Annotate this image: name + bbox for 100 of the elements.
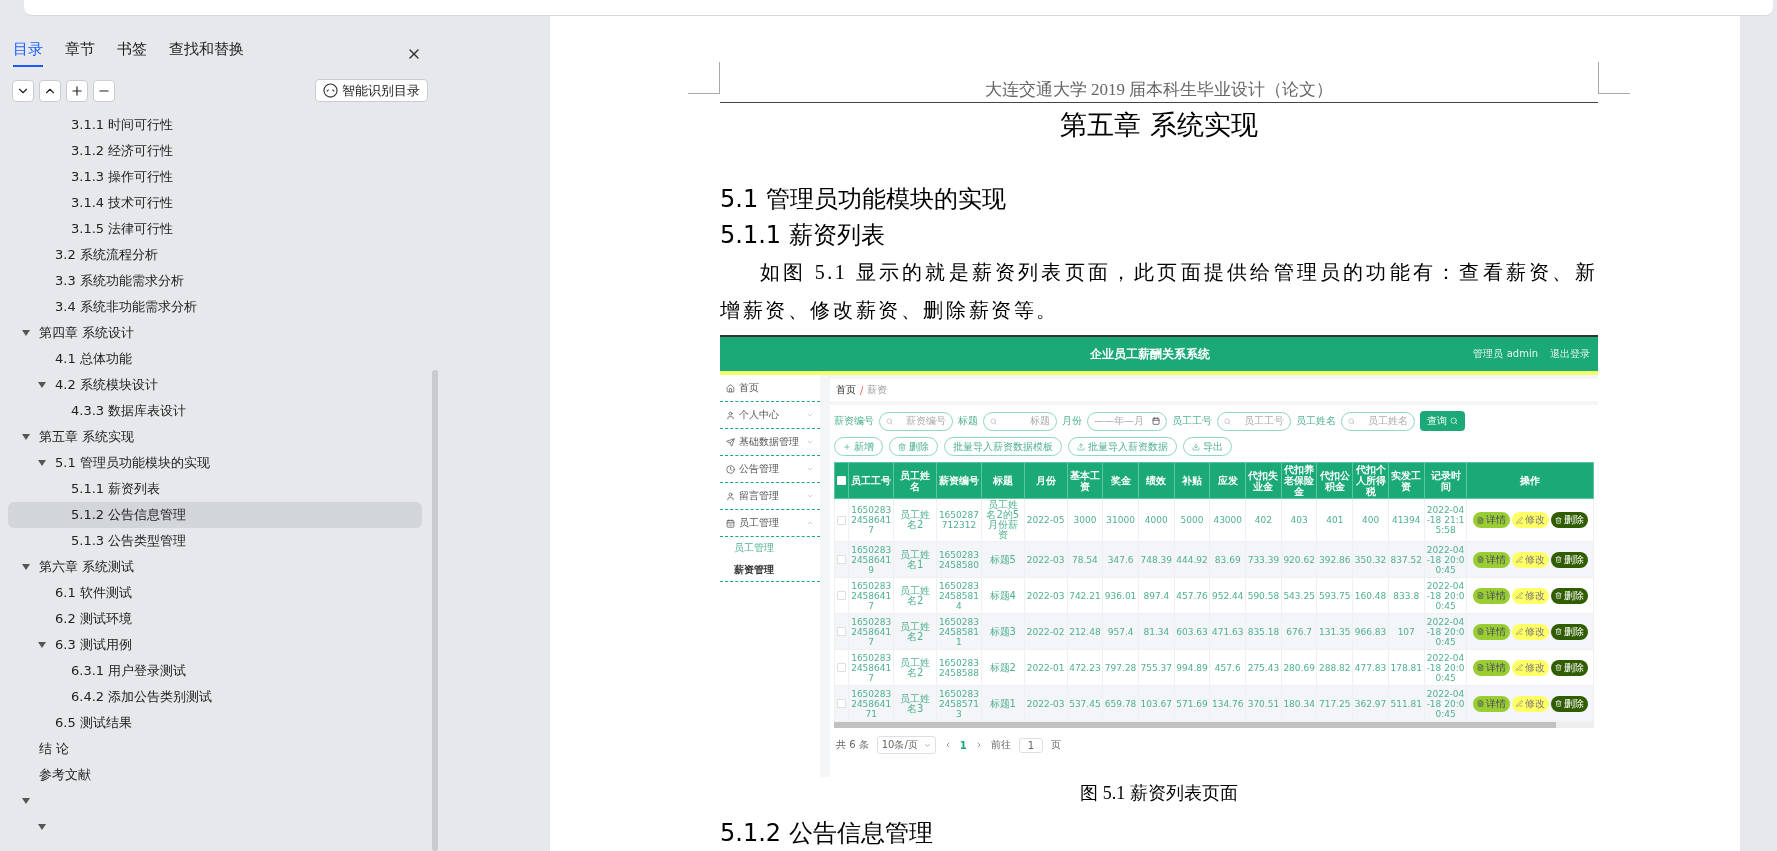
outline-item[interactable]: 4.3.3 数据库表设计 (8, 398, 422, 424)
outline-item[interactable]: 3.1.2 经济可行性 (8, 138, 422, 164)
filter-label: 员工工号 (1172, 414, 1212, 428)
row-checkbox[interactable] (837, 555, 847, 564)
outline-item[interactable]: 6.1 软件测试 (8, 580, 422, 606)
outline-item[interactable]: 第六章 系统测试 (8, 554, 422, 580)
outline-item[interactable]: 第四章 系统设计 (8, 320, 422, 346)
detail-button[interactable]: 详情 (1472, 659, 1510, 676)
outline-item[interactable]: 5.1.1 薪资列表 (8, 476, 422, 502)
edit-button[interactable]: 修改 (1511, 551, 1549, 568)
outline-item[interactable]: 3.2 系统流程分析 (8, 242, 422, 268)
app-title: 企业员工薪酬关系系统 (1088, 345, 1211, 363)
outline-item[interactable]: 4.2 系统模块设计 (8, 372, 422, 398)
detail-button[interactable]: 详情 (1472, 587, 1510, 604)
plus-icon[interactable] (66, 79, 88, 102)
chevron-up-icon[interactable] (39, 79, 61, 102)
page-size-select[interactable]: 10条/页 (876, 736, 936, 754)
total-count: 共 6 条 (836, 738, 869, 752)
expanded-arrow-icon[interactable] (37, 459, 47, 467)
outline-item[interactable]: 参考文献 (8, 762, 422, 788)
expanded-arrow-icon[interactable] (21, 563, 31, 571)
menu-item[interactable]: 个人中心 (720, 402, 820, 429)
row-checkbox[interactable] (837, 663, 847, 672)
pane-tab[interactable]: 目录 (13, 40, 43, 67)
minus-icon[interactable] (93, 79, 115, 102)
table-cell: 2022-03 (1024, 685, 1068, 722)
calendar-icon[interactable] (1152, 417, 1160, 425)
row-checkbox[interactable] (837, 699, 847, 708)
detail-button[interactable]: 详情 (1472, 623, 1510, 640)
delete-button[interactable]: 删除 (1550, 587, 1588, 604)
outline-item[interactable]: 3.1.4 技术可行性 (8, 190, 422, 216)
pane-tab[interactable]: 书签 (117, 40, 147, 67)
chevron-down-icon[interactable] (12, 79, 34, 102)
outline-item[interactable]: 3.3 系统功能需求分析 (8, 268, 422, 294)
outline-item[interactable]: 3.1.1 时间可行性 (8, 112, 422, 138)
smart-toc-button[interactable]: 智能识别目录 (315, 79, 428, 102)
delete-button[interactable]: 删除 (1550, 512, 1588, 528)
menu-item[interactable]: 基础数据管理 (720, 429, 820, 456)
edit-button[interactable]: 修改 (1511, 623, 1549, 640)
menu-item[interactable]: 首页 (720, 375, 820, 402)
scrollbar[interactable] (432, 370, 438, 851)
menu-item[interactable]: 员工管理 (720, 510, 820, 537)
horizontal-scrollbar[interactable] (834, 722, 1594, 728)
expanded-arrow-icon[interactable] (37, 381, 47, 389)
edit-button[interactable]: 修改 (1511, 659, 1549, 676)
outline-item[interactable]: 6.3 测试用例 (8, 632, 422, 658)
delete-button[interactable]: 删除 (1550, 551, 1588, 568)
delete-button[interactable]: 删除 (1550, 659, 1588, 676)
select-all-checkbox[interactable] (837, 476, 847, 485)
outline-item[interactable]: 5.1 管理员功能模块的实现 (8, 450, 422, 476)
detail-button[interactable]: 详情 (1472, 695, 1510, 712)
expanded-arrow-icon[interactable] (21, 433, 31, 441)
menu-item[interactable]: 留言管理 (720, 483, 820, 510)
pane-tab[interactable]: 查找和替换 (169, 40, 244, 67)
edit-button[interactable]: 修改 (1511, 587, 1549, 604)
table-cell: 165028324586417 (848, 649, 894, 686)
outline-item[interactable]: 3.1.3 操作可行性 (8, 164, 422, 190)
detail-button[interactable]: 详情 (1472, 551, 1510, 568)
table-cell: 4000 (1138, 498, 1175, 542)
column-header: 代扣养老保险金 (1281, 462, 1317, 499)
edit-button[interactable]: 修改 (1511, 695, 1549, 712)
detail-button[interactable]: 详情 (1472, 512, 1510, 528)
row-checkbox[interactable] (837, 591, 847, 600)
table-cell: 165028324585814 (936, 577, 982, 614)
table-cell: 16502832458588 (936, 649, 982, 686)
expanded-arrow-icon[interactable] (37, 641, 47, 649)
outline-item[interactable]: 5.1.2 公告信息管理 (8, 502, 422, 528)
breadcrumb-item[interactable]: 首页 (836, 383, 856, 397)
menu-item[interactable]: 公告管理 (720, 456, 820, 483)
body-paragraph: 如图 5.1 显示的就是薪资列表页面，此页面提供给管理员的功能有：查看薪资、新增薪资、修改薪资、删除薪资等。 (720, 260, 1598, 323)
expanded-arrow-icon[interactable] (21, 797, 31, 805)
outline-item[interactable]: 6.5 测试结果 (8, 710, 422, 736)
user-icon (726, 491, 735, 501)
outline-item[interactable]: 第五章 系统实现 (8, 424, 422, 450)
goto-page-field[interactable]: 1 (1018, 737, 1044, 753)
delete-button[interactable]: 删除 (1550, 623, 1588, 640)
chevron-down-icon (806, 438, 814, 446)
submenu-item[interactable]: 薪资管理 (720, 559, 820, 581)
column-header: 绩效 (1138, 462, 1175, 499)
row-checkbox[interactable] (837, 515, 847, 525)
outline-item[interactable]: 6.2 测试环境 (8, 606, 422, 632)
table-cell: 41394 (1388, 498, 1425, 542)
outline-item[interactable]: 结 论 (8, 736, 422, 762)
outline-item[interactable]: 5.1.3 公告类型管理 (8, 528, 422, 554)
outline-item[interactable]: 6.4.2 添加公告类别测试 (8, 684, 422, 710)
outline-item[interactable]: 3.1.5 法律可行性 (8, 216, 422, 242)
chevron-down-icon (806, 492, 814, 500)
expanded-arrow-icon[interactable] (37, 823, 47, 831)
edit-button[interactable]: 修改 (1511, 512, 1549, 528)
document-icon (1476, 664, 1484, 671)
delete-button[interactable]: 删除 (1550, 695, 1588, 712)
outline-item[interactable]: 4.1 总体功能 (8, 346, 422, 372)
download-icon (1192, 442, 1200, 451)
pane-tab[interactable]: 章节 (65, 40, 95, 67)
outline-item[interactable]: 3.4 系统非功能需求分析 (8, 294, 422, 320)
expanded-arrow-icon[interactable] (21, 329, 31, 337)
outline-item[interactable]: 6.3.1 用户登录测试 (8, 658, 422, 684)
column-header: 实发工资 (1388, 462, 1425, 499)
column-header: 记录时间 (1424, 462, 1467, 499)
row-checkbox[interactable] (837, 627, 847, 636)
